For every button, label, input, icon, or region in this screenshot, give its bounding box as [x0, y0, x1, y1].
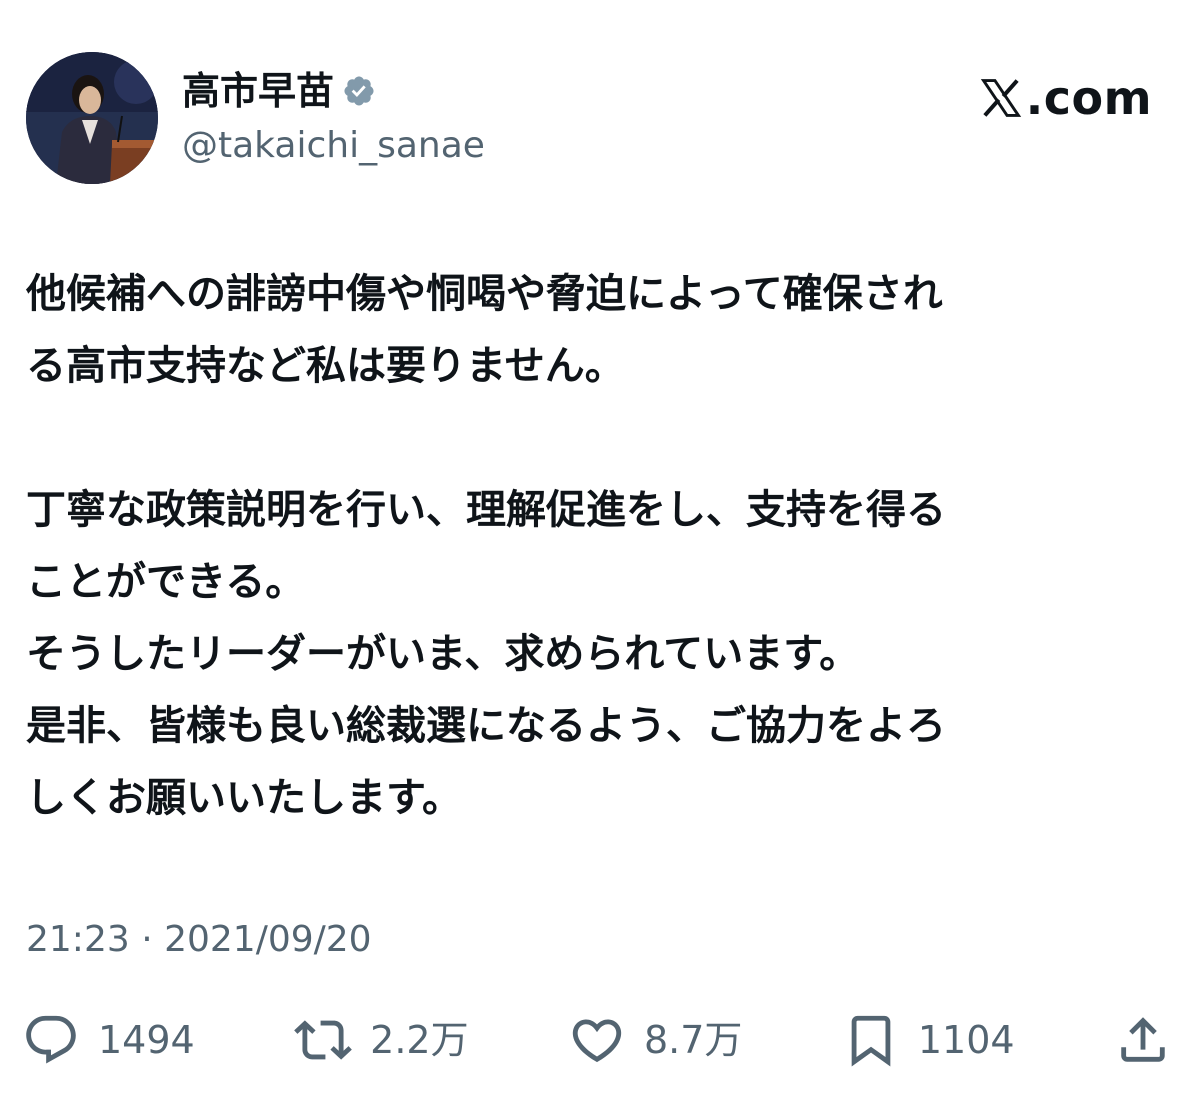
verified-badge-icon	[344, 76, 374, 106]
bookmark-count: 1104	[917, 1018, 1015, 1062]
brand-label: .com	[1025, 71, 1152, 125]
reply-button[interactable]: 1494	[22, 1011, 195, 1069]
post-line: 他候補への誹謗中傷や恫喝や脅迫によって確保され	[26, 271, 943, 317]
repost-count: 2.2万	[370, 1018, 469, 1062]
avatar[interactable]	[26, 52, 158, 184]
heart-icon	[572, 1019, 622, 1063]
repost-icon	[294, 1020, 352, 1060]
x-com-watermark: .com	[978, 70, 1152, 126]
share-icon	[1121, 1017, 1165, 1062]
paragraph-break	[26, 402, 1146, 474]
author-display-name[interactable]: 高市早苗	[182, 66, 334, 116]
post-line: そうしたリーダーがいま、求められています。	[26, 631, 860, 677]
author-name-row[interactable]: 高市早苗	[182, 66, 376, 116]
like-button[interactable]: 8.7万	[568, 1011, 742, 1069]
reply-icon	[26, 1015, 76, 1064]
post-line: 丁寧な政策説明を行い、理解促進をし、支持を得る	[26, 487, 946, 533]
repost-button[interactable]: 2.2万	[294, 1011, 469, 1069]
author-handle[interactable]: @takaichi_sanae	[182, 122, 485, 170]
bookmark-icon	[851, 1015, 891, 1067]
like-count: 8.7万	[644, 1018, 743, 1062]
bookmark-button[interactable]: 1104	[842, 1011, 1015, 1069]
reply-count: 1494	[98, 1018, 195, 1062]
action-bar: 1494 2.2万 8.7万 1104	[22, 1008, 1172, 1072]
avatar-photo	[26, 52, 158, 184]
share-button[interactable]	[1114, 1011, 1172, 1069]
post-line: しくお願いいたします。	[26, 775, 462, 821]
post-text: 他候補への誹謗中傷や恫喝や脅迫によって確保され る高市支持など私は要りません。 …	[26, 258, 1146, 834]
x-logo-icon	[980, 79, 1021, 117]
post-line: 是非、皆様も良い総裁選になるよう、ご協力をよろ	[26, 703, 946, 749]
post-line: る高市支持など私は要りません。	[26, 343, 625, 389]
post-line: ことができる。	[26, 559, 306, 605]
post-timestamp[interactable]: 21:23 · 2021/09/20	[26, 916, 372, 964]
